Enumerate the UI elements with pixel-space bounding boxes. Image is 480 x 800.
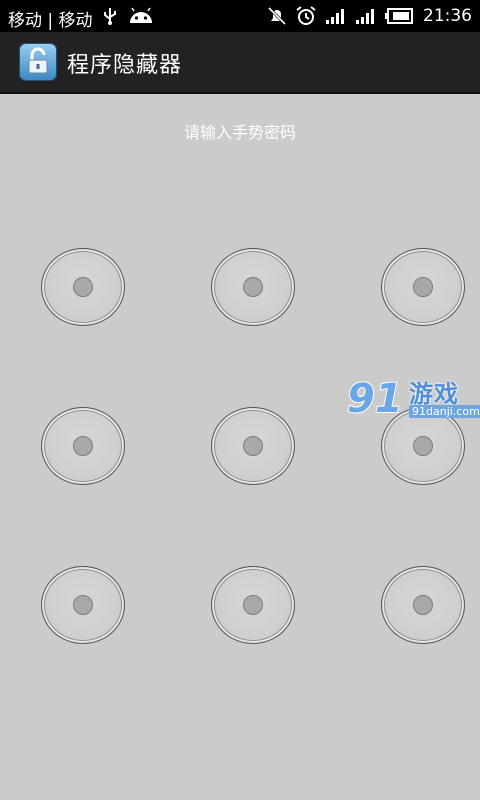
pattern-node-9[interactable] [381,566,465,644]
watermark-url: 91danji.com [409,405,480,418]
watermark-text: 游戏 [409,380,459,408]
pattern-node-dot [413,277,433,297]
pattern-node-dot [73,436,93,456]
watermark: 91 游戏 91danji.com [345,372,480,424]
pattern-node-1[interactable] [41,248,125,326]
pattern-node-dot [243,595,263,615]
pattern-node-3[interactable] [381,248,465,326]
pattern-node-5[interactable] [211,407,295,485]
pattern-node-2[interactable] [211,248,295,326]
watermark-logo: 91 [346,375,404,423]
pattern-node-4[interactable] [41,407,125,485]
pattern-node-8[interactable] [211,566,295,644]
pattern-node-dot [413,595,433,615]
pattern-node-dot [243,277,263,297]
pattern-node-dot [413,436,433,456]
pattern-node-7[interactable] [41,566,125,644]
pattern-node-dot [73,595,93,615]
pattern-node-dot [243,436,263,456]
pattern-node-dot [73,277,93,297]
watermark-logo-text: 91 [347,376,403,422]
